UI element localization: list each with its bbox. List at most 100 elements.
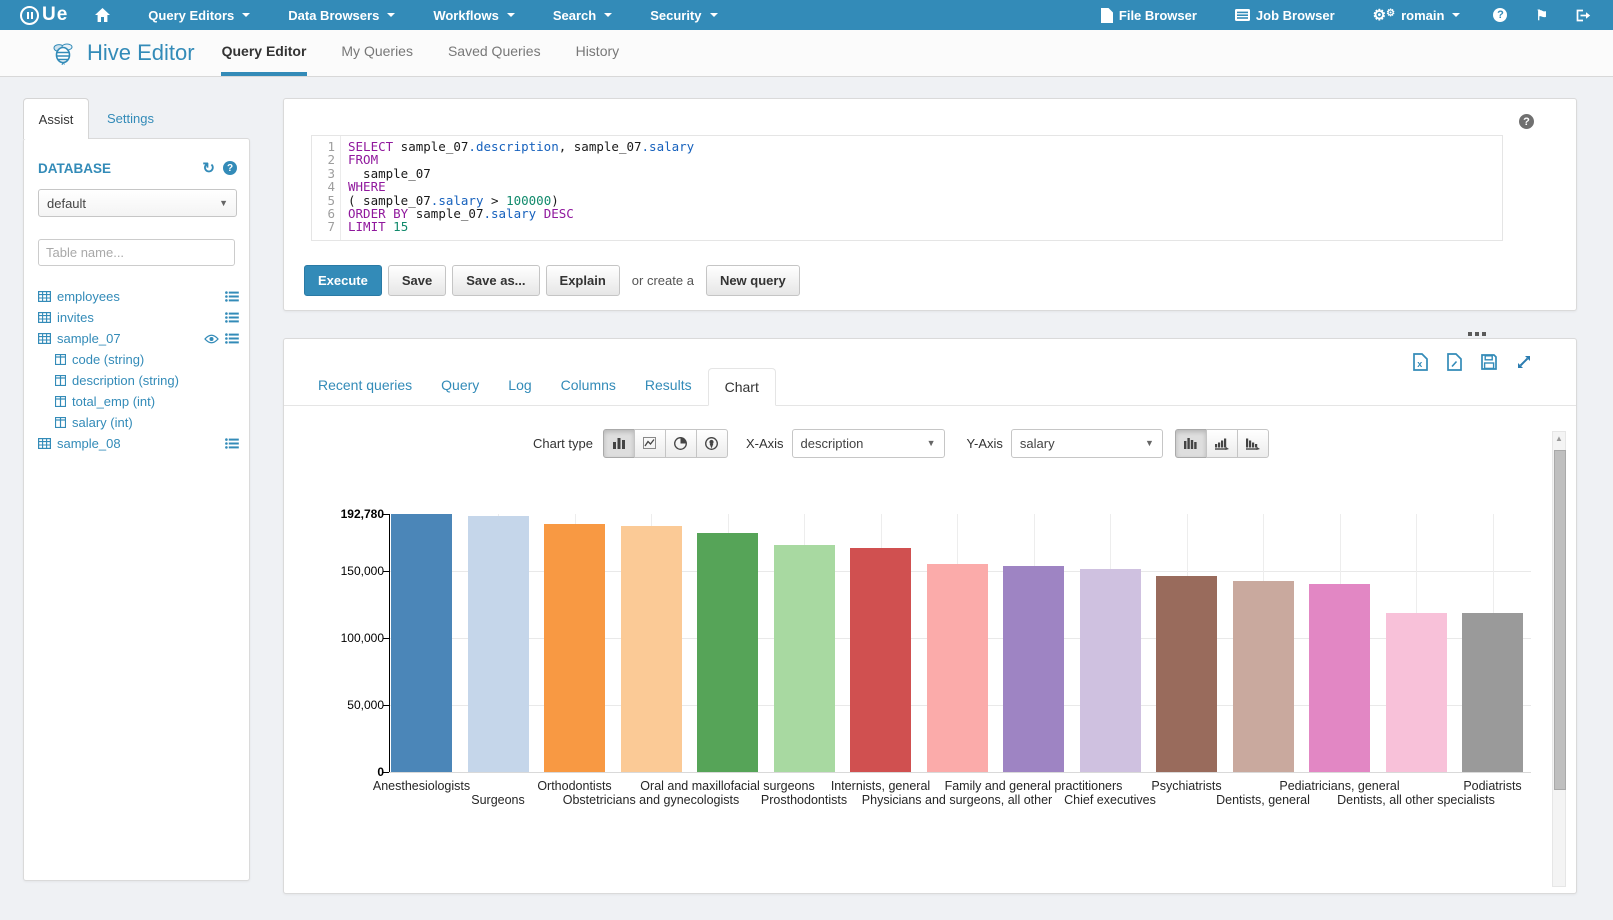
- table-filter-input[interactable]: [38, 239, 235, 266]
- bar-pediatricians-general[interactable]: [1309, 584, 1370, 772]
- column-row-description-string[interactable]: description (string): [38, 370, 239, 391]
- nav-button-flag-icon[interactable]: ⚑: [1521, 0, 1562, 30]
- nav-menu-search[interactable]: Search: [534, 0, 631, 30]
- results-scrollbar[interactable]: ▲: [1552, 431, 1566, 887]
- bar-podiatrists[interactable]: [1462, 613, 1523, 772]
- list-menu-icon[interactable]: [225, 312, 239, 323]
- tab-query-editor[interactable]: Query Editor: [221, 30, 308, 76]
- button-pie-chart-icon[interactable]: [665, 429, 697, 458]
- column-row-salary-int[interactable]: salary (int): [38, 412, 239, 433]
- bar-physicians-and-surgeons-all-other[interactable]: [927, 564, 988, 772]
- assist-panel: DATABASE ↻ ? default ▼ employees invites…: [23, 138, 250, 881]
- nav-item-job-browser[interactable]: Job Browser: [1216, 0, 1354, 30]
- database-header: DATABASE ↻ ?: [38, 159, 237, 177]
- hue-logo[interactable]: Ue: [20, 4, 68, 26]
- nav-menu-query-editors[interactable]: Query Editors: [129, 0, 269, 30]
- code-line: WHERE: [348, 180, 694, 193]
- y-axis-select[interactable]: salary ▼: [1011, 429, 1163, 458]
- bar-anesthesiologists[interactable]: [391, 514, 452, 772]
- x-axis-tick-label: Physicians and surgeons, all other: [862, 793, 1052, 807]
- column-row-total-emp-int[interactable]: total_emp (int): [38, 391, 239, 412]
- ellipsis-handle-icon[interactable]: [1468, 332, 1486, 336]
- bee-icon: [50, 41, 78, 65]
- tab-saved-queries[interactable]: Saved Queries: [447, 30, 542, 76]
- nav-menu-security[interactable]: Security: [631, 0, 736, 30]
- bar-surgeons[interactable]: [468, 516, 529, 772]
- database-help-icon[interactable]: ?: [223, 161, 237, 175]
- bar-obstetricians-and-gynecologists[interactable]: [621, 526, 682, 772]
- bar-dentists-general[interactable]: [1233, 581, 1294, 772]
- table-row-employees[interactable]: employees: [38, 286, 239, 307]
- bar-internists-general[interactable]: [850, 548, 911, 772]
- save-as-button[interactable]: Save as...: [452, 265, 539, 296]
- nav-menu-workflows[interactable]: Workflows: [414, 0, 534, 30]
- nav-item-file-browser[interactable]: File Browser: [1082, 0, 1216, 30]
- scroll-up-icon[interactable]: ▲: [1553, 434, 1565, 443]
- refresh-icon[interactable]: ↻: [202, 159, 215, 177]
- nav-button-logout-icon[interactable]: [1562, 0, 1605, 30]
- x-axis-tick-label: Chief executives: [1064, 793, 1156, 807]
- button-sort-desc-bars-icon[interactable]: [1237, 429, 1269, 458]
- button-grouped-bars-icon[interactable]: [1175, 429, 1207, 458]
- line-number: 6: [312, 207, 335, 220]
- tab-results[interactable]: Results: [645, 377, 692, 405]
- bar-dentists-all-other-specialists[interactable]: [1386, 613, 1447, 772]
- flag-icon: ⚑: [1535, 8, 1548, 22]
- app-header: Hive Editor Query Editor My Queries Saved …: [0, 30, 1613, 77]
- bar-chief-executives[interactable]: [1080, 569, 1141, 772]
- editor-help-icon[interactable]: ?: [1519, 114, 1534, 129]
- button-sort-asc-bars-icon[interactable]: [1206, 429, 1238, 458]
- x-axis-line: [389, 772, 1531, 773]
- nav-button-help-icon[interactable]: ?: [1479, 0, 1521, 30]
- table-list: employees invites sample_07 code (string…: [38, 286, 239, 454]
- table-row-sample-08[interactable]: sample_08: [38, 433, 239, 454]
- nav-menu-data-browsers[interactable]: Data Browsers: [269, 0, 414, 30]
- bar-prosthodontists[interactable]: [774, 545, 835, 772]
- table-icon: [38, 312, 51, 323]
- code-line: SELECT sample_07.description, sample_07.…: [348, 140, 694, 153]
- x-axis-select[interactable]: description ▼: [792, 429, 945, 458]
- button-line-chart-icon[interactable]: [634, 429, 666, 458]
- list-menu-icon[interactable]: [225, 333, 239, 344]
- pie-chart-icon: [674, 437, 687, 450]
- y-axis-label: Y-Axis: [967, 436, 1003, 451]
- scrollbar-thumb[interactable]: [1554, 450, 1566, 790]
- app-title[interactable]: Hive Editor: [50, 40, 195, 66]
- table-row-sample-07[interactable]: sample_07: [38, 328, 239, 349]
- home-button[interactable]: [76, 0, 129, 30]
- bar-orthodontists[interactable]: [544, 524, 605, 772]
- tab-history[interactable]: History: [575, 30, 621, 76]
- tab-assist[interactable]: Assist: [23, 98, 89, 139]
- gears-icon: ⚙⚙: [1373, 8, 1395, 23]
- list-menu-icon[interactable]: [225, 291, 239, 302]
- list-menu-icon[interactable]: [225, 438, 239, 449]
- query-editor-panel: ? 1234567 SELECT sample_07.description, …: [283, 98, 1577, 311]
- execute-button[interactable]: Execute: [304, 265, 382, 296]
- column-row-code-string[interactable]: code (string): [38, 349, 239, 370]
- save-button[interactable]: Save: [388, 265, 446, 296]
- bar-oral-and-maxillofacial-surgeons[interactable]: [697, 533, 758, 772]
- button-map-marker-icon[interactable]: [696, 429, 728, 458]
- tab-my-queries[interactable]: My Queries: [340, 30, 414, 76]
- explain-button[interactable]: Explain: [546, 265, 620, 296]
- x-axis-tick-label: Orthodontists: [537, 779, 611, 793]
- tab-settings[interactable]: Settings: [89, 98, 172, 139]
- sql-editor[interactable]: 1234567 SELECT sample_07.description, sa…: [311, 135, 1503, 241]
- tab-recent-queries[interactable]: Recent queries: [318, 377, 412, 405]
- eye-icon[interactable]: [204, 334, 219, 344]
- button-bars-chart-icon[interactable]: [603, 429, 635, 458]
- x-axis-tick-label: Prosthodontists: [761, 793, 847, 807]
- line-number: 2: [312, 153, 335, 166]
- tab-columns[interactable]: Columns: [561, 377, 616, 405]
- database-select[interactable]: default ▼: [38, 189, 237, 217]
- tab-log[interactable]: Log: [508, 377, 531, 405]
- nav-item-romain[interactable]: ⚙⚙romain: [1354, 0, 1480, 30]
- table-row-invites[interactable]: invites: [38, 307, 239, 328]
- bar-psychiatrists[interactable]: [1156, 576, 1217, 772]
- x-axis-label: X-Axis: [746, 436, 784, 451]
- chart-layout-buttons: [1175, 429, 1269, 458]
- tab-query[interactable]: Query: [441, 377, 479, 405]
- new-query-button[interactable]: New query: [706, 265, 800, 296]
- bar-family-and-general-practitioners[interactable]: [1003, 566, 1064, 772]
- tab-chart[interactable]: Chart: [708, 368, 776, 406]
